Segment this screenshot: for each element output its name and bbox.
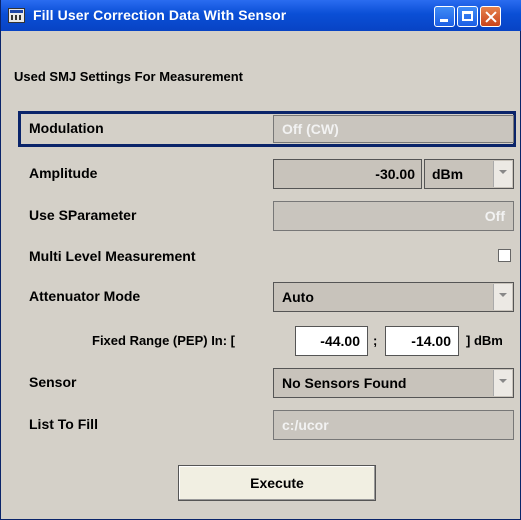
multi-level-label: Multi Level Measurement [29, 248, 196, 264]
list-to-fill-field: c:/ucor [273, 410, 514, 440]
modulation-field: Off (CW) [273, 115, 514, 143]
amplitude-unit: dBm [432, 166, 464, 182]
title-bar[interactable]: Fill User Correction Data With Sensor [1, 0, 521, 31]
modulation-value: Off (CW) [282, 121, 339, 137]
sensor-label: Sensor [29, 374, 77, 390]
chevron-down-icon[interactable] [493, 284, 512, 310]
dialog-window: Fill User Correction Data With Sensor Us… [0, 0, 521, 520]
fixed-range-label: Fixed Range (PEP) In: [ [92, 333, 236, 348]
close-icon[interactable] [480, 6, 501, 27]
fixed-range-high-field: -14.00 [385, 326, 459, 356]
fixed-range-low: -44.00 [320, 333, 360, 349]
amplitude-label: Amplitude [29, 165, 98, 181]
use-sparameter-value: Off [484, 208, 505, 224]
list-to-fill-value: c:/ucor [282, 417, 329, 433]
maximize-icon[interactable] [457, 6, 478, 27]
multi-level-checkbox[interactable] [498, 249, 511, 262]
fixed-range-high: -14.00 [411, 333, 451, 349]
minimize-icon[interactable] [434, 6, 455, 27]
use-sparameter-label: Use SParameter [29, 207, 137, 223]
sensor-select[interactable]: No Sensors Found [273, 368, 514, 398]
attenuator-mode-label: Attenuator Mode [29, 288, 141, 304]
fixed-range-low-field: -44.00 [295, 326, 368, 356]
attenuator-mode-value: Auto [282, 289, 314, 305]
fixed-range-suffix: ] dBm [466, 333, 503, 348]
use-sparameter-field: Off [273, 201, 514, 231]
amplitude-unit-select[interactable]: dBm [424, 159, 514, 189]
section-title: Used SMJ Settings For Measurement [14, 69, 243, 84]
app-icon [8, 8, 25, 23]
amplitude-value: -30.00 [375, 166, 415, 182]
list-to-fill-label: List To Fill [29, 416, 98, 432]
attenuator-mode-select[interactable]: Auto [273, 282, 514, 312]
modulation-label: Modulation [29, 120, 104, 136]
sensor-value: No Sensors Found [282, 375, 407, 391]
chevron-down-icon[interactable] [493, 370, 512, 396]
chevron-down-icon[interactable] [493, 161, 512, 187]
fixed-range-separator: ; [373, 333, 378, 348]
window-title: Fill User Correction Data With Sensor [33, 7, 287, 23]
amplitude-field[interactable]: -30.00 [273, 159, 422, 189]
execute-button[interactable]: Execute [178, 465, 376, 501]
